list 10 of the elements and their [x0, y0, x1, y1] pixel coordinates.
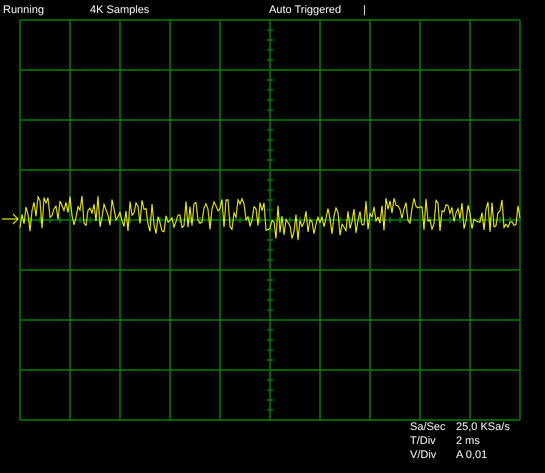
sample-count: 4K Samples: [90, 4, 150, 16]
readout-label: V/Div: [410, 449, 438, 462]
run-state: Running: [3, 4, 45, 16]
readout-label: T/Div: [410, 435, 437, 448]
readout-value: 2 ms: [456, 435, 481, 448]
readout-value: 25,0 KSa/s: [456, 421, 511, 434]
readout-value: A 0,01: [456, 449, 488, 462]
readout-label: Sa/Sec: [410, 421, 446, 434]
trigger-marker: |: [363, 4, 366, 16]
trigger-mode: Auto Triggered: [269, 4, 342, 16]
